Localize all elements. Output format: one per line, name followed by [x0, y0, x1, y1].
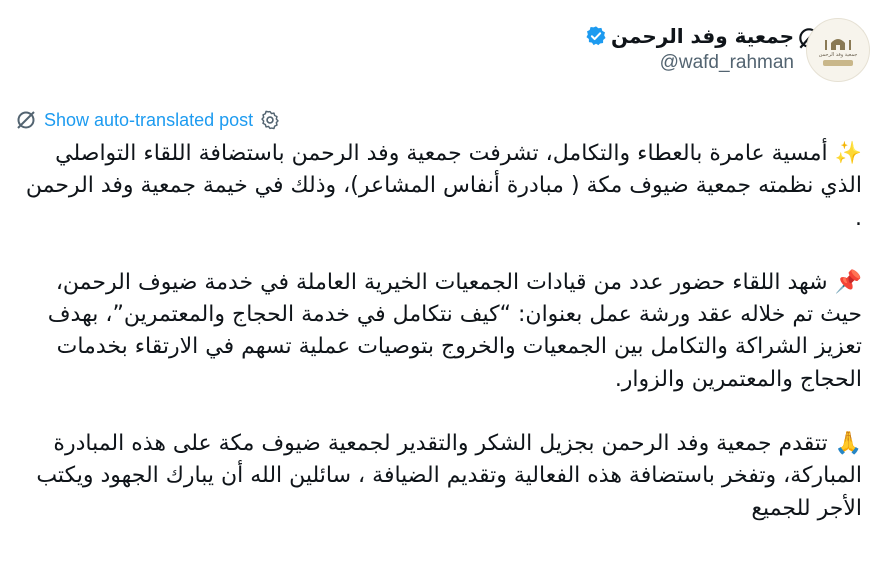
folded-hands-emoji-icon: 🙏 [834, 431, 862, 457]
verified-badge-icon [586, 26, 606, 46]
pushpin-emoji-icon: 📌 [834, 269, 862, 295]
post-text: ✨ أمسية عامرة بالعطاء والتكامل، تشرفت جم… [16, 138, 862, 557]
avatar-logo-bar [823, 60, 853, 66]
display-name-row: جمعية وفد الرحمن [585, 24, 794, 48]
paragraph-text: أمسية عامرة بالعطاء والتكامل، تشرفت جمعي… [25, 141, 862, 231]
post-paragraph-2: 📌 شهد اللقاء حضور عدد من قيادات الجمعيات… [16, 267, 862, 396]
post-header: ··· جمعية وفد الرحمن جمعية وفد الرحمن @w… [0, 18, 882, 88]
post-paragraph-3: 🙏 تتقدم جمعية وفد الرحمن بجزيل الشكر وال… [16, 428, 862, 525]
author-names: جمعية وفد الرحمن @wafd_rahman [585, 18, 794, 74]
mosque-logo-icon [825, 39, 851, 50]
show-translation-link[interactable]: Show auto-translated post [44, 110, 253, 131]
post-paragraph-1: ✨ أمسية عامرة بالعطاء والتكامل، تشرفت جم… [16, 138, 862, 235]
sparkles-emoji-icon: ✨ [834, 141, 862, 166]
translate-row: Show auto-translated post [14, 108, 281, 132]
paragraph-text: تتقدم جمعية وفد الرحمن بجزيل الشكر والتق… [36, 431, 862, 521]
avatar[interactable]: جمعية وفد الرحمن [806, 18, 870, 82]
author-block: جمعية وفد الرحمن جمعية وفد الرحمن @wafd_… [585, 18, 870, 82]
gear-icon[interactable] [259, 109, 281, 131]
display-name[interactable]: جمعية وفد الرحمن [611, 24, 794, 48]
author-handle[interactable]: @wafd_rahman [585, 52, 794, 74]
avatar-logo-text: جمعية وفد الرحمن [818, 52, 858, 58]
translate-icon [17, 111, 35, 129]
paragraph-text: شهد اللقاء حضور عدد من قيادات الجمعيات ا… [47, 269, 862, 392]
